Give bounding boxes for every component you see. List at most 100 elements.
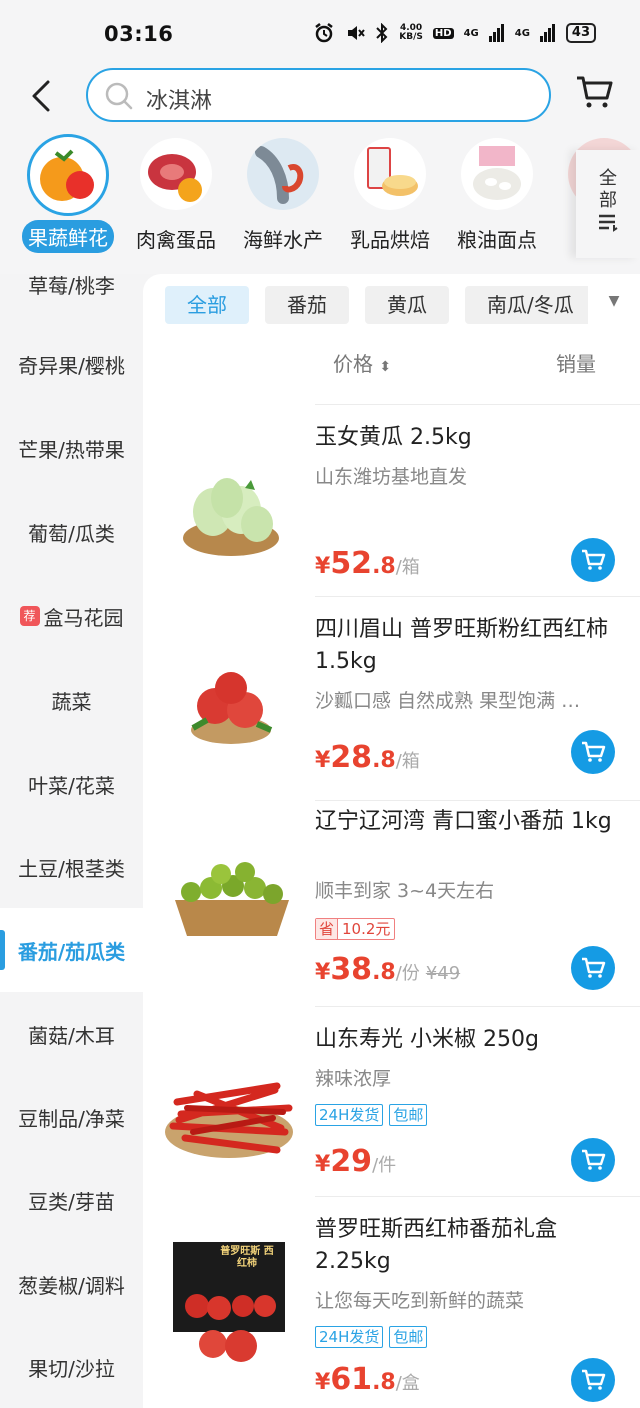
cart-icon [582,549,606,570]
bluetooth-icon [376,23,388,43]
product-image-cucumber [183,478,279,556]
cart-icon [582,1369,606,1390]
cart-icon[interactable] [574,72,614,112]
original-price: ¥49 [425,963,461,984]
category-label: 果蔬鲜花 [22,220,114,253]
sidebar-item-grape[interactable]: 葡萄/瓜类 [0,490,143,574]
alarm-icon [315,23,334,43]
tag-free-shipping: 包邮 [389,1104,428,1126]
product-price: ¥52.8/箱 [315,546,420,581]
product-tags: 24H发货 包邮 [315,1104,428,1126]
tag-free-shipping: 包邮 [389,1326,428,1348]
sidebar-item-mango[interactable]: 芒果/热带果 [0,406,143,490]
add-to-cart-button[interactable] [571,1358,615,1402]
category-strip: 果蔬鲜花 肉禽蛋品 海鲜水产 乳品烘焙 粮油面点 百 全部 [0,128,640,274]
tag-24h: 24H发货 [315,1104,384,1126]
cart-icon [582,741,606,762]
sidebar-item-garden[interactable]: 荐盒马花园 [0,574,143,658]
chevron-down-icon[interactable]: ▼ [588,276,640,326]
status-icons: 4.00 KB/S HD 4G 4G 43 [313,22,596,44]
chip-cucumber[interactable]: 黄瓜 [365,286,449,324]
chip-all[interactable]: 全部 [165,286,249,324]
product-subtitle: 沙瓤口感 自然成熟 果型饱满 … [315,690,581,712]
sidebar-item-tofu[interactable]: 豆制品/净菜 [0,1075,143,1159]
status-bar: 03:16 4.00 KB/S HD 4G 4G 43 [0,0,640,64]
add-to-cart-button[interactable] [571,538,615,582]
category-label: 粮油面点 [457,228,537,252]
category-fruits-flowers[interactable]: 果蔬鲜花 [18,134,118,253]
sidebar-item-potato[interactable]: 土豆/根茎类 [0,825,143,909]
sidebar-item-leafy[interactable]: 叶菜/花菜 [0,742,143,826]
cart-icon [582,1149,606,1170]
back-icon[interactable] [24,76,64,116]
product-subtitle: 辣味浓厚 [315,1068,392,1090]
category-label: 海鲜水产 [243,228,323,252]
divider [315,404,640,405]
category-image [354,138,426,210]
category-meat-eggs[interactable]: 肉禽蛋品 [126,138,226,253]
menu-icon [599,214,618,232]
product-panel: 全部 番茄 黄瓜 南瓜/冬瓜 ▼ 价格 ⬍ 销量 玉女黄瓜 2.5kg 山东潍坊… [143,274,640,1408]
product-image-chili [165,1082,293,1158]
chip-tomato[interactable]: 番茄 [265,286,349,324]
product-name: 四川眉山 普罗旺斯粉红西红柿 1.5kg [315,617,608,674]
sidebar-item-seasoning[interactable]: 葱姜椒/调料 [0,1242,143,1326]
search-value: 冰淇淋 [146,89,213,114]
signal-4g-1: 4G [463,27,479,39]
category-image [27,134,109,216]
category-seafood[interactable]: 海鲜水产 [233,138,333,253]
add-to-cart-button[interactable] [571,946,615,990]
sidebar-item-mushroom[interactable]: 菌菇/木耳 [0,992,143,1076]
sidebar: 草莓/桃李 奇异果/樱桃 芒果/热带果 葡萄/瓜类 荐盒马花园 蔬菜 叶菜/花菜… [0,274,143,1408]
sidebar-item-tomato[interactable]: 番茄/茄瓜类 [0,908,143,992]
recommend-badge: 荐 [19,606,40,626]
product-price: ¥61.8/盒 [315,1362,420,1397]
product-image-tomato [191,672,273,744]
header: 冰淇淋 [0,64,640,128]
product-subtitle: 顺丰到家 3~4天左右 [315,880,495,902]
divider [315,1006,640,1007]
filter-chips: 全部 番茄 黄瓜 南瓜/冬瓜 [165,286,596,324]
category-dairy-bakery[interactable]: 乳品烘焙 [340,138,440,253]
sort-sales[interactable]: 销量 [556,348,596,377]
product-tags: 省 10.2元 [315,918,396,940]
save-tag: 省 10.2元 [315,918,396,940]
product-name: 辽宁辽河湾 青口蜜小番茄 1kg [315,809,612,834]
add-to-cart-button[interactable] [571,1138,615,1182]
search-input[interactable]: 冰淇淋 [86,68,551,122]
signal-icon-2 [539,24,555,42]
box-label: 普罗旺斯 西红柿 [220,1246,274,1269]
product-tags: 24H发货 包邮 [315,1326,428,1348]
search-icon [105,82,133,110]
product-price: ¥29/件 [315,1144,397,1179]
product-image-green-tomato [175,862,289,936]
cart-icon [582,957,606,978]
product-price: ¥28.8/箱 [315,740,420,775]
sidebar-item-strawberry[interactable]: 草莓/桃李 [0,274,143,326]
category-image [461,138,533,210]
sidebar-item-salad[interactable]: 果切/沙拉 [0,1325,143,1408]
category-label: 肉禽蛋品 [136,228,216,252]
category-image [247,138,319,210]
hd-icon: HD [432,27,454,39]
category-grain-oil[interactable]: 粮油面点 [447,138,547,253]
product-subtitle: 让您每天吃到新鲜的蔬菜 [315,1290,525,1312]
add-to-cart-button[interactable] [571,730,615,774]
category-label: 乳品烘焙 [350,228,430,252]
sidebar-item-vegetables[interactable]: 蔬菜 [0,658,143,742]
product-name: 山东寿光 小米椒 250g [315,1027,539,1052]
divider [315,1196,640,1197]
product-name: 玉女黄瓜 2.5kg [315,425,472,450]
net-speed: 4.00 KB/S [399,23,423,42]
product-name: 普罗旺斯西红柿番茄礼盒 2.25kg [315,1217,558,1274]
sidebar-item-kiwi[interactable]: 奇异果/樱桃 [0,322,143,406]
sort-price[interactable]: 价格 ⬍ [333,348,391,377]
battery-icon: 43 [565,23,596,43]
category-image [140,138,212,210]
chip-pumpkin[interactable]: 南瓜/冬瓜 [465,286,596,324]
product-subtitle: 山东潍坊基地直发 [315,466,468,488]
sidebar-item-beans[interactable]: 豆类/芽苗 [0,1158,143,1242]
all-categories-button[interactable]: 全部 [576,150,640,258]
tag-24h: 24H发货 [315,1326,384,1348]
product-price: ¥38.8/份 ¥49 [315,952,461,987]
